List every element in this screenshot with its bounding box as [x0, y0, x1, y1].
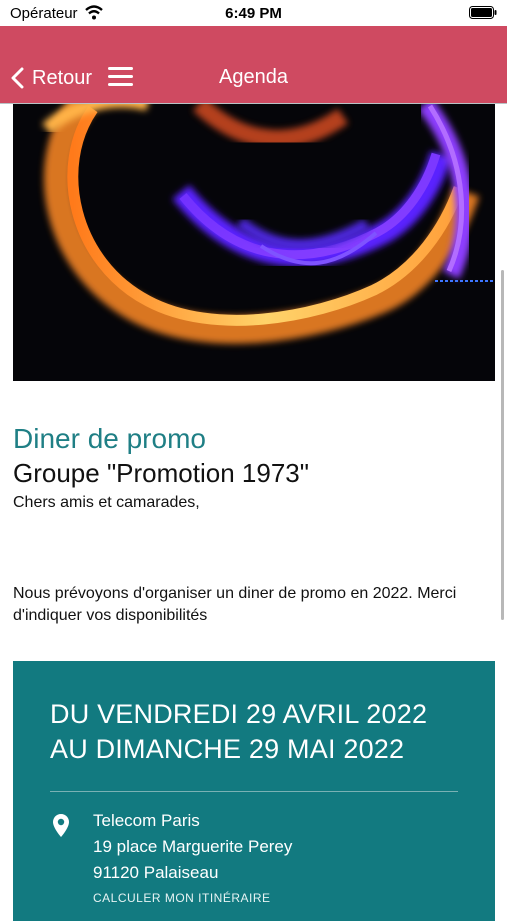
event-title: Groupe "Promotion 1973" [13, 458, 309, 488]
event-category: Diner de promo [13, 423, 206, 454]
event-greeting: Chers amis et camarades, [13, 494, 200, 511]
location-city: 91120 Palaiseau [93, 863, 219, 882]
date-end: AU DIMANCHE 29 MAI 2022 [50, 734, 405, 764]
event-description: Nous prévoyons d'organiser un diner de p… [13, 585, 457, 624]
battery-icon [469, 6, 497, 19]
route-link[interactable]: CALCULER MON ITINÉRAIRE [93, 891, 271, 905]
date-start: DU VENDREDI 29 AVRIL 2022 [50, 699, 428, 729]
scrollbar[interactable] [501, 270, 504, 620]
status-time: 6:49 PM [225, 5, 282, 22]
divider [50, 791, 458, 792]
page-title: Agenda [219, 66, 288, 88]
location-street: 19 place Marguerite Perey [93, 837, 293, 856]
event-date-location-panel: DU VENDREDI 29 AVRIL 2022 AU DIMANCHE 29… [13, 661, 495, 921]
status-bar: Opérateur 6:49 PM [0, 0, 507, 26]
navigation-bar: Retour Agenda [0, 26, 507, 104]
location-pin-icon [53, 814, 69, 837]
location-name: Telecom Paris [93, 811, 200, 830]
event-image [13, 104, 495, 381]
